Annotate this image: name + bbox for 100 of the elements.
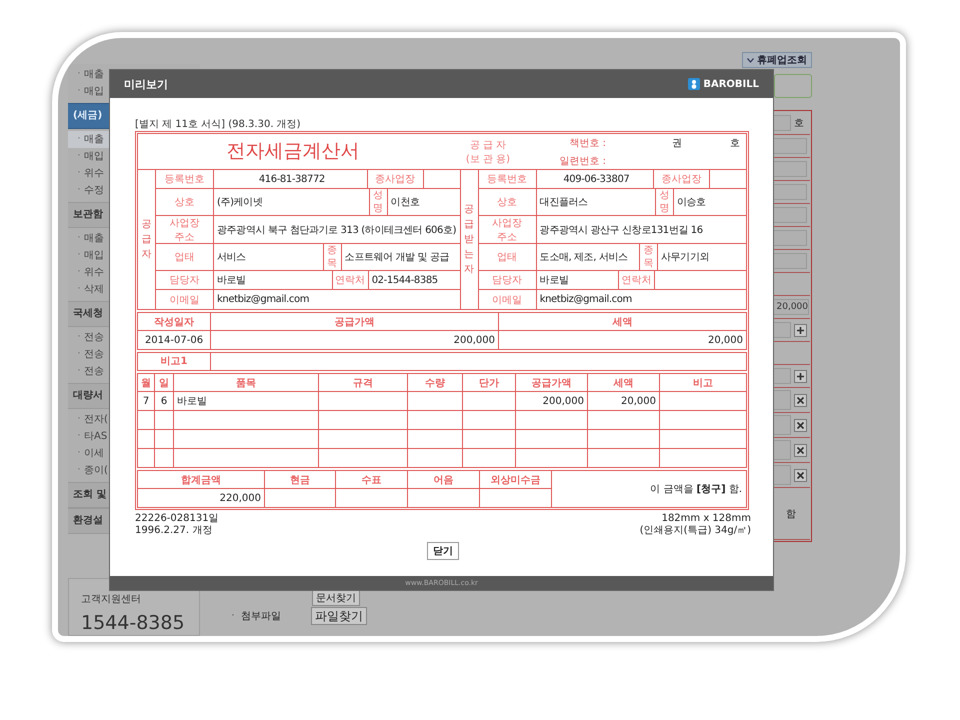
form-text: 함 [786, 508, 796, 520]
table-cell: 바로빌 [174, 392, 318, 410]
field-label: 담당자 [156, 271, 214, 289]
column-header: 품목 [174, 374, 318, 392]
footnote: 182mm x 128mm [660, 513, 751, 525]
field-value: 대진플러스 [536, 189, 656, 215]
text-field[interactable] [773, 465, 791, 485]
field-value: 02-1544-8385 [370, 274, 439, 288]
serial-number-label: 일련번호 : [558, 154, 606, 168]
support-label: 고객지원센터 [81, 593, 141, 606]
field-label: 연락처 [332, 271, 369, 289]
field-value: (주)케이넷 [214, 189, 370, 215]
close-icon [796, 446, 805, 454]
field-value: knetbiz@gmail.com [216, 293, 310, 307]
footnote: (인쇄용지(특급) 34g/㎡) [640, 525, 751, 537]
field-label: 성명 [656, 189, 674, 215]
text-field[interactable] [773, 322, 791, 338]
add-button[interactable] [794, 324, 807, 336]
logo-icon [688, 78, 700, 90]
plus-icon [796, 372, 805, 380]
column-header: 수표 [336, 470, 408, 488]
text-field[interactable] [773, 368, 791, 384]
table-cell: 20,000 [498, 330, 746, 350]
field-value: 광주광역시 광산구 신창로131번길 16 [538, 224, 704, 238]
text-field[interactable] [773, 115, 791, 131]
book-number-label: 책번호 : [568, 136, 606, 150]
text-field[interactable] [773, 161, 807, 177]
field-label: 성명 [370, 189, 388, 215]
column-header: 단가 [462, 374, 516, 392]
field-value: 도소매, 제조, 서비스 [536, 244, 640, 270]
volume-label: 권 [671, 136, 682, 150]
field-label: 종목 [640, 244, 658, 270]
dialog-title: 미리보기 [124, 76, 168, 92]
remove-button[interactable] [794, 418, 807, 432]
field-suffix: 호 [794, 117, 804, 130]
field-label: 이메일 [478, 290, 537, 309]
attachment-label: ㆍ 첨부파일 [228, 610, 282, 623]
text-field[interactable] [773, 440, 791, 460]
column-header: 세액 [498, 312, 746, 330]
column-header: 수량 [408, 374, 462, 392]
column-header: 현금 [264, 470, 336, 488]
party-label: 공급받는자 [460, 170, 479, 309]
close-icon [796, 420, 805, 430]
footnote: 22226-028131일 [135, 513, 219, 525]
field-label: 업태 [478, 244, 537, 270]
support-phone: 1544-8385 [81, 612, 185, 634]
amount-field[interactable]: 20,000 [773, 299, 809, 315]
remove-button[interactable] [794, 444, 807, 456]
footnote: 1996.2.27. 개정 [135, 525, 214, 537]
text-field[interactable] [773, 390, 791, 410]
field-value: 416-81-38772 [214, 170, 368, 188]
field-label: 업태 [156, 244, 214, 270]
field-value: 이천호 [390, 196, 421, 210]
field-label: 이메일 [156, 290, 214, 309]
table-cell: 200,000 [516, 392, 588, 410]
column-header: 공급가액 [516, 374, 588, 392]
field-label: 등록번호 [478, 170, 537, 188]
column-header: 규격 [318, 374, 408, 392]
column-header: 외상미수금 [480, 470, 552, 488]
text-field[interactable] [773, 253, 807, 269]
field-value: 서비스 [214, 244, 324, 270]
add-button[interactable] [794, 370, 807, 382]
table-cell: 6 [154, 392, 174, 410]
field-value: 사무기기외 [660, 251, 710, 265]
find-file-button[interactable]: 파일찾기 [311, 607, 368, 625]
field-label: 종목 [324, 244, 342, 270]
text-field[interactable] [773, 184, 807, 200]
table-cell: 7 [138, 392, 154, 410]
remove-button[interactable] [794, 394, 807, 406]
column-header: 비고 [660, 374, 746, 392]
field-label: 상호 [156, 189, 214, 215]
lookup-button[interactable]: 휴폐업조회 [742, 52, 812, 68]
find-document-button[interactable]: 문서찾기 [312, 590, 360, 606]
number-label: 호 [729, 136, 741, 150]
text-field[interactable] [773, 415, 791, 435]
field-value: 소프트웨어 개발 및 공급 [344, 251, 450, 265]
field-label: 담당자 [478, 271, 537, 289]
plus-icon [796, 326, 805, 334]
party-label: 공급자 [138, 170, 156, 309]
close-icon [796, 470, 805, 480]
table-cell: 220,000 [138, 488, 264, 508]
close-button[interactable]: 닫기 [427, 542, 459, 560]
text-field[interactable] [773, 138, 807, 154]
table-cell: 20,000 [588, 392, 660, 410]
remove-button[interactable] [794, 468, 807, 482]
column-header: 공급가액 [210, 312, 498, 330]
copy-label: 공 급 자 [470, 138, 506, 152]
remark-label: 비고1 [138, 353, 211, 370]
text-field[interactable] [773, 207, 807, 223]
field-label: 연락처 [619, 271, 655, 289]
copy-label: (보 관 용) [466, 152, 510, 166]
invoice-title: 전자세금계산서 [226, 139, 360, 164]
table-cell: 2014-07-06 [138, 330, 210, 350]
column-header: 월 [138, 374, 154, 392]
text-field[interactable] [773, 230, 807, 246]
field-label: 등록번호 [156, 170, 214, 188]
column-header: 어음 [408, 470, 480, 488]
table-cell: 200,000 [210, 330, 498, 350]
close-icon [796, 396, 805, 404]
field-value: 바로빌 [214, 271, 333, 289]
